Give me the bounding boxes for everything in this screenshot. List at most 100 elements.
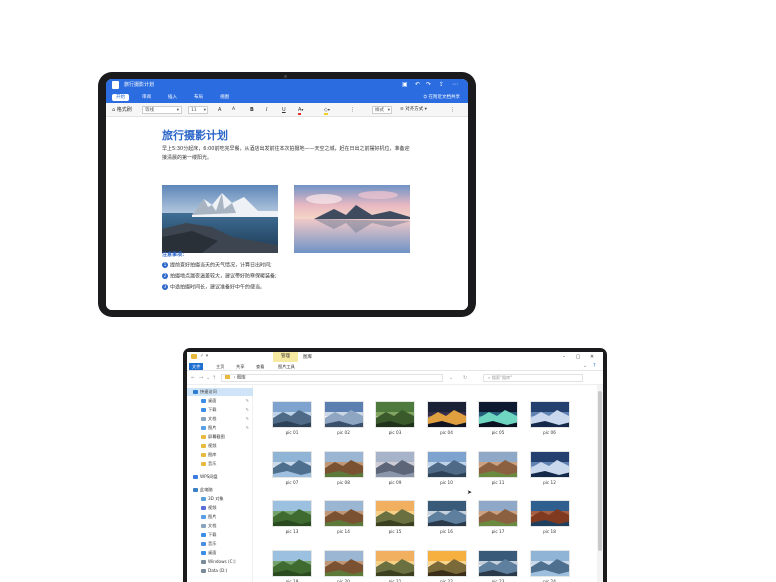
- file-name-label[interactable]: pic 07: [272, 480, 312, 485]
- font-size-select[interactable]: 11 ▾: [188, 106, 208, 114]
- tab-start[interactable]: 开始: [112, 94, 129, 101]
- tab-layout[interactable]: 布局: [190, 94, 207, 101]
- nav-item[interactable]: Data (D:): [187, 567, 253, 575]
- image-thumbnail[interactable]: [529, 401, 570, 428]
- nav-item[interactable]: 桌面 ✎: [187, 397, 253, 405]
- grow-font-icon[interactable]: A: [218, 106, 221, 114]
- file-name-label[interactable]: pic 22: [427, 579, 467, 582]
- file-name-label[interactable]: pic 15: [375, 529, 415, 534]
- image-thumbnail[interactable]: [272, 450, 312, 478]
- ribbon-expand-icon[interactable]: ⌄: [583, 363, 587, 369]
- nav-item[interactable]: 视频: [187, 504, 253, 512]
- file-name-label[interactable]: pic 21: [375, 579, 415, 582]
- file-name-label[interactable]: pic 11: [478, 480, 518, 485]
- forward-icon[interactable]: →: [199, 375, 203, 381]
- nav-item[interactable]: 音乐: [187, 460, 253, 468]
- minimize-icon[interactable]: –: [559, 353, 569, 361]
- nav-item[interactable]: 文档 ✎: [187, 415, 253, 423]
- image-thumbnail[interactable]: [426, 450, 467, 478]
- manage-tools-tab[interactable]: 管理: [273, 352, 298, 362]
- file-name-label[interactable]: pic 09: [375, 480, 415, 485]
- image-thumbnail[interactable]: [375, 500, 415, 527]
- nav-item[interactable]: 视频: [187, 442, 253, 450]
- ribbon-tab-home[interactable]: 主页: [213, 363, 227, 370]
- file-name-label[interactable]: pic 19: [272, 579, 312, 582]
- image-thumbnail[interactable]: [323, 500, 364, 527]
- undo-icon[interactable]: ↶: [415, 81, 420, 88]
- file-name-label[interactable]: pic 03: [375, 430, 415, 435]
- chevron-down-icon[interactable]: ⌄: [206, 375, 210, 381]
- tab-review[interactable]: 审阅: [138, 94, 155, 101]
- image-thumbnail[interactable]: [375, 549, 415, 577]
- nav-item[interactable]: 3D 对象: [187, 495, 253, 503]
- image-thumbnail[interactable]: [272, 401, 312, 428]
- share-icon[interactable]: ⇪: [439, 81, 444, 88]
- nav-item[interactable]: Windows (C:): [187, 558, 253, 566]
- save-icon[interactable]: ▣: [402, 81, 408, 88]
- bold-button[interactable]: B: [250, 106, 254, 114]
- nav-item[interactable]: 下载: [187, 531, 253, 539]
- shrink-font-icon[interactable]: A: [232, 106, 235, 114]
- file-name-label[interactable]: pic 06: [530, 430, 570, 435]
- image-thumbnail[interactable]: [529, 549, 570, 577]
- document-page[interactable]: 旅行摄影计划 早上5:30分起床，6:00前吃完早餐，从酒店出发前往本次拍摄地—…: [106, 117, 468, 310]
- image-thumbnail[interactable]: [323, 401, 364, 428]
- nearby-share-button[interactable]: ⛭ 在附近文档共享: [423, 94, 460, 100]
- image-thumbnail[interactable]: [375, 401, 415, 428]
- nav-item[interactable]: WPS网盘: [187, 473, 253, 481]
- file-name-label[interactable]: pic 08: [324, 480, 364, 485]
- help-icon[interactable]: ?: [593, 363, 596, 369]
- style-select[interactable]: 样式 ▾: [372, 106, 392, 114]
- up-icon[interactable]: ↑: [212, 375, 216, 381]
- file-name-label[interactable]: pic 02: [324, 430, 364, 435]
- vertical-scrollbar[interactable]: [597, 385, 603, 582]
- nav-item[interactable]: 快速访问: [187, 388, 253, 396]
- italic-button[interactable]: I: [266, 106, 267, 114]
- quick-access-toolbar-icon[interactable]: ✓ ▾: [200, 353, 208, 359]
- close-icon[interactable]: ✕: [587, 353, 597, 361]
- chevron-down-icon[interactable]: ⌄: [449, 375, 453, 381]
- ribbon-tab-file[interactable]: 文件: [189, 363, 204, 370]
- ribbon-tab-share[interactable]: 共享: [233, 363, 247, 370]
- image-thumbnail[interactable]: [426, 401, 467, 428]
- back-icon[interactable]: ←: [191, 375, 195, 381]
- font-color-button[interactable]: A▾: [298, 106, 303, 115]
- image-thumbnail[interactable]: [529, 450, 570, 478]
- file-name-label[interactable]: pic 04: [427, 430, 467, 435]
- address-path[interactable]: › 图库: [221, 374, 443, 382]
- file-name-label[interactable]: pic 05: [478, 430, 518, 435]
- nav-item[interactable]: 图片: [187, 513, 253, 521]
- nav-item[interactable]: 图库: [187, 451, 253, 459]
- image-thumbnail[interactable]: [323, 450, 364, 478]
- ribbon-tab-view[interactable]: 查看: [253, 363, 267, 370]
- format-painter-button[interactable]: ⌂ 格式刷: [112, 106, 132, 114]
- list-icon[interactable]: ⋮: [350, 106, 355, 114]
- file-name-label[interactable]: pic 18: [530, 529, 570, 534]
- image-thumbnail[interactable]: [323, 549, 364, 577]
- file-name-label[interactable]: pic 10: [427, 480, 467, 485]
- nav-item[interactable]: 图片 ✎: [187, 424, 253, 432]
- file-name-label[interactable]: pic 12: [530, 480, 570, 485]
- more-icon[interactable]: ⋯: [452, 81, 458, 88]
- file-name-label[interactable]: pic 23: [478, 579, 518, 582]
- tab-view[interactable]: 视图: [216, 94, 233, 101]
- file-name-label[interactable]: pic 20: [324, 579, 364, 582]
- maximize-icon[interactable]: ▢: [573, 353, 583, 361]
- nav-item[interactable]: 此电脑: [187, 486, 253, 494]
- image-thumbnail[interactable]: [426, 500, 467, 527]
- image-thumbnail[interactable]: [426, 549, 467, 577]
- search-input[interactable]: ⌕ 搜索"图库": [483, 374, 583, 382]
- nav-item[interactable]: 桌面: [187, 549, 253, 557]
- ribbon-tab-picture-tools[interactable]: 图片工具: [275, 363, 298, 370]
- image-thumbnail[interactable]: [478, 549, 518, 577]
- image-thumbnail[interactable]: [478, 401, 518, 428]
- more-tools-icon[interactable]: ⋮: [450, 106, 455, 114]
- file-name-label[interactable]: pic 14: [324, 529, 364, 534]
- refresh-icon[interactable]: ↻: [463, 375, 467, 381]
- photo-rocky-coast[interactable]: [162, 185, 278, 253]
- paragraph-align-button[interactable]: ≡ 对齐方式 ▾: [400, 106, 427, 114]
- nav-item[interactable]: 文档: [187, 522, 253, 530]
- image-thumbnail[interactable]: [478, 500, 518, 527]
- underline-button[interactable]: U: [282, 106, 286, 114]
- image-thumbnail[interactable]: [375, 450, 415, 478]
